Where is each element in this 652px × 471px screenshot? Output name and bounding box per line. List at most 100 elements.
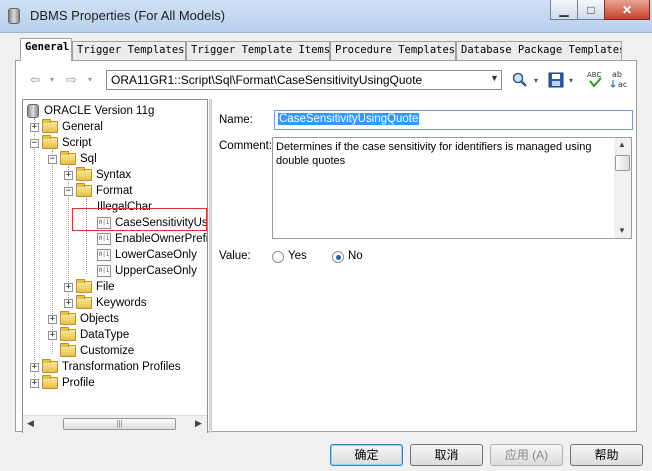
- tree-item-file[interactable]: + File: [64, 279, 115, 295]
- scroll-right-icon[interactable]: ▶: [195, 418, 202, 429]
- tree-item-format[interactable]: − Format: [64, 183, 132, 199]
- tree-item-label: LowerCaseOnly: [115, 249, 197, 261]
- tree-item-keywords[interactable]: + Keywords: [64, 295, 147, 311]
- value-icon: 0|1: [97, 217, 111, 229]
- tree-item-objects[interactable]: + Objects: [48, 311, 119, 327]
- tree-item-label: Objects: [80, 313, 119, 325]
- folder-icon: [76, 279, 92, 293]
- expand-icon[interactable]: +: [48, 314, 57, 324]
- collapse-icon[interactable]: −: [64, 186, 73, 196]
- tree-root[interactable]: ORACLE Version 11g: [27, 103, 154, 119]
- expand-icon[interactable]: +: [64, 170, 73, 180]
- svg-text:ab: ab: [612, 70, 622, 79]
- title-bar: DBMS Properties (For All Models) ▁ □ ✕: [0, 0, 652, 33]
- tree-item-label: EnableOwnerPrefi: [115, 233, 208, 245]
- spell-check-icon: ABC: [587, 71, 602, 88]
- tree-item-lowercaseonly[interactable]: 0|1 LowerCaseOnly: [97, 247, 197, 263]
- name-value: CaseSensitivityUsingQuote: [278, 113, 420, 125]
- expand-icon[interactable]: +: [30, 362, 39, 372]
- path-combo[interactable]: ORA11GR1::Script\Sql\Format\CaseSensitiv…: [106, 70, 502, 90]
- scroll-thumb[interactable]: |||: [63, 418, 176, 430]
- tree-item-script[interactable]: − Script: [30, 135, 91, 151]
- tab-trigger-template-items[interactable]: Trigger Template Items: [186, 41, 330, 60]
- comment-scrollbar[interactable]: ▲ ▼: [614, 138, 631, 238]
- tree-item-uppercaseonly[interactable]: 0|1 UpperCaseOnly: [97, 263, 197, 279]
- tree-item-label: Profile: [62, 377, 95, 389]
- forward-arrow-icon[interactable]: ⇨: [66, 72, 77, 88]
- save-button[interactable]: [548, 72, 564, 91]
- tree-horizontal-scrollbar[interactable]: ◀ ||| ▶: [23, 415, 207, 433]
- tree-item-syntax[interactable]: + Syntax: [64, 167, 131, 183]
- collapse-icon[interactable]: −: [48, 154, 57, 164]
- name-label: Name:: [219, 114, 253, 126]
- collapse-icon[interactable]: −: [30, 138, 39, 148]
- cancel-button[interactable]: 取消: [410, 444, 483, 466]
- scroll-thumb[interactable]: [615, 155, 630, 171]
- folder-icon: [42, 359, 58, 373]
- tree-item-datatype[interactable]: + DataType: [48, 327, 129, 343]
- tree-item-illegalchar[interactable]: IllegalChar: [97, 199, 152, 215]
- window-title: DBMS Properties (For All Models): [30, 8, 226, 23]
- minimize-button[interactable]: ▁: [550, 0, 578, 20]
- close-button[interactable]: ✕: [604, 0, 650, 20]
- radio-no-icon: [332, 251, 344, 263]
- tree-item-customize[interactable]: Customize: [60, 343, 134, 359]
- tree-view[interactable]: ORACLE Version 11g + General − Script − …: [22, 99, 208, 433]
- name-field[interactable]: CaseSensitivityUsingQuote: [274, 110, 633, 130]
- svg-text:ABC: ABC: [587, 71, 601, 79]
- sort-button[interactable]: ab ac: [610, 69, 630, 94]
- tree-item-label: Customize: [80, 345, 135, 357]
- comment-label: Comment:: [219, 140, 273, 152]
- expand-icon[interactable]: +: [30, 122, 39, 132]
- folder-icon: [60, 327, 76, 341]
- folder-icon: [76, 295, 92, 309]
- chevron-down-icon[interactable]: ▼: [490, 73, 499, 83]
- tree-item-label: IllegalChar: [97, 201, 152, 213]
- ok-button[interactable]: 确定: [330, 444, 403, 466]
- tree-item-label: Sql: [80, 153, 97, 165]
- expand-icon[interactable]: +: [64, 282, 73, 292]
- find-button[interactable]: [512, 72, 528, 91]
- save-dropdown-icon[interactable]: ▾: [569, 76, 573, 85]
- maximize-icon: □: [587, 2, 595, 17]
- tab-procedure-templates[interactable]: Procedure Templates: [330, 41, 456, 60]
- apply-button[interactable]: 应用 (A): [490, 444, 563, 466]
- radio-yes-label: Yes: [288, 250, 307, 262]
- tab-general[interactable]: General: [20, 38, 72, 61]
- scroll-up-icon[interactable]: ▲: [618, 140, 626, 149]
- folder-icon: [60, 343, 76, 357]
- expand-icon[interactable]: +: [48, 330, 57, 340]
- forward-dropdown-icon[interactable]: ▾: [88, 75, 92, 84]
- comment-value: Determines if the case sensitivity for i…: [276, 141, 592, 167]
- scroll-down-icon[interactable]: ▼: [618, 226, 626, 235]
- radio-yes[interactable]: Yes: [272, 250, 332, 264]
- tree-item-label: Format: [96, 185, 133, 197]
- tree-item-profile[interactable]: + Profile: [30, 375, 95, 391]
- tab-database-package-templates[interactable]: Database Package Templates: [456, 41, 622, 60]
- maximize-button[interactable]: □: [577, 0, 605, 20]
- tree-item-casesensitivity[interactable]: 0|1 CaseSensitivityUsi: [97, 215, 207, 231]
- spell-check-button[interactable]: ABC: [586, 69, 604, 92]
- help-button[interactable]: 帮助: [570, 444, 643, 466]
- tree-item-transformation-profiles[interactable]: + Transformation Profiles: [30, 359, 180, 375]
- panel-splitter[interactable]: [209, 99, 212, 433]
- tree-item-label: Syntax: [96, 169, 132, 181]
- tree-item-sql[interactable]: − Sql: [48, 151, 97, 167]
- radio-yes-icon: [272, 251, 284, 263]
- tree-item-enableownerprefix[interactable]: 0|1 EnableOwnerPrefi: [97, 231, 208, 247]
- expand-icon[interactable]: +: [64, 298, 73, 308]
- sort-icon: abac: [610, 70, 627, 89]
- radio-no[interactable]: No: [332, 250, 392, 264]
- folder-icon: [76, 167, 92, 181]
- tab-trigger-templates[interactable]: Trigger Templates: [72, 41, 186, 60]
- back-dropdown-icon[interactable]: ▾: [50, 75, 54, 84]
- back-arrow-icon[interactable]: ⇦: [30, 72, 41, 88]
- folder-open-icon: [60, 151, 76, 165]
- folder-icon: [60, 311, 76, 325]
- minimize-icon: ▁: [559, 2, 569, 17]
- scroll-left-icon[interactable]: ◀: [27, 418, 34, 429]
- find-dropdown-icon[interactable]: ▾: [534, 76, 538, 85]
- tree-item-label: Transformation Profiles: [62, 361, 181, 373]
- expand-icon[interactable]: +: [30, 378, 39, 388]
- tree-item-general[interactable]: + General: [30, 119, 103, 135]
